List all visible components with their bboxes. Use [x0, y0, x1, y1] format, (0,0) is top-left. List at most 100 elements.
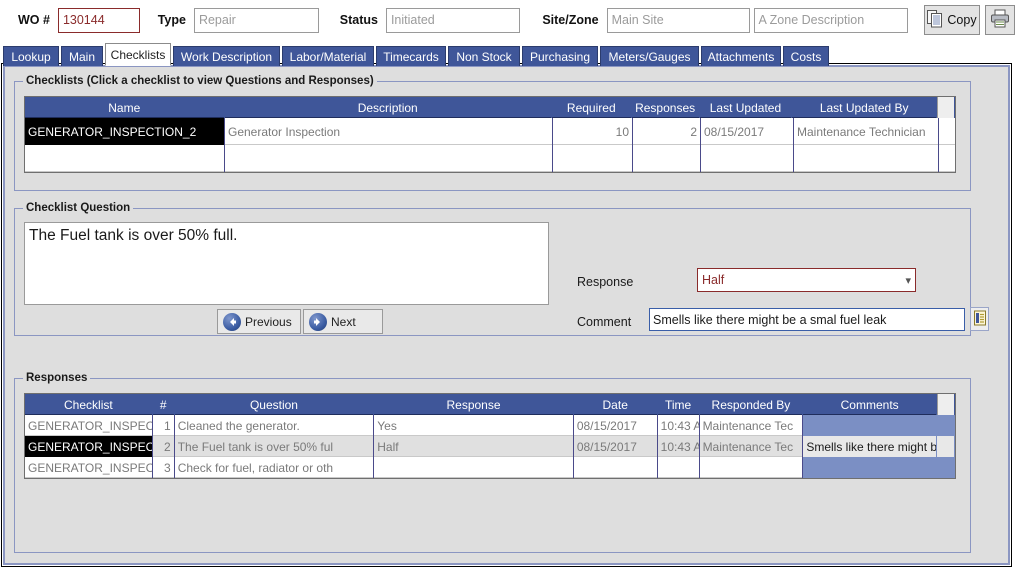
cell-responded_by[interactable]: Maintenance Tec: [700, 436, 804, 457]
cell-comments[interactable]: Smells like there might be a sm: [803, 436, 938, 457]
cell-comments[interactable]: [803, 415, 938, 436]
responses-col-time[interactable]: Time: [658, 394, 700, 415]
checklists-scroll-gutter[interactable]: [937, 97, 955, 118]
cell-num[interactable]: 2: [153, 436, 175, 457]
checklists-col-last-updated[interactable]: Last Updated: [700, 97, 793, 118]
zone-field[interactable]: A Zone Description: [753, 7, 908, 33]
type-field[interactable]: Repair: [193, 7, 319, 33]
responses-col-comments[interactable]: Comments: [803, 394, 938, 415]
cell-time[interactable]: [658, 457, 700, 478]
tab-labor-material[interactable]: Labor/Material: [282, 46, 374, 66]
table-row[interactable]: GENERATOR_INSPECTION_2 Generator Inspecti…: [25, 118, 955, 145]
checklists-col-required[interactable]: Required: [552, 97, 632, 118]
tab-attachments[interactable]: Attachments: [701, 46, 781, 66]
responses-col-checklist[interactable]: Checklist: [25, 394, 153, 415]
cell-name[interactable]: GENERATOR_INSPECTION_2: [25, 118, 225, 145]
tab-bar[interactable]: Lookup Main Checklists Work Description Labo…: [3, 43, 829, 66]
tab-purchasing[interactable]: Purchasing: [522, 46, 598, 66]
responses-grid[interactable]: Checklist # Question Response Date Time Respon…: [24, 393, 956, 479]
responses-grid-body[interactable]: GENERATOR_INSPEC 1 Cleaned the generator. Y…: [25, 415, 955, 478]
comment-input[interactable]: Smells like there might be a smal fuel l…: [649, 308, 965, 331]
notepad-icon: [973, 310, 987, 329]
cell-last_updated[interactable]: [701, 145, 794, 172]
tab-checklists[interactable]: Checklists: [105, 43, 171, 66]
cell-required[interactable]: 10: [553, 118, 633, 145]
cell-date[interactable]: 08/15/2017: [574, 415, 658, 436]
response-label: Response: [577, 275, 634, 289]
cell-date[interactable]: [574, 457, 658, 478]
checklists-group-title: Checklists (Click a checklist to view Qu…: [23, 75, 377, 87]
comment-editor-button[interactable]: [970, 307, 989, 331]
cell-responses[interactable]: [633, 145, 701, 172]
cell-last_updated_by[interactable]: [794, 145, 939, 172]
tab-lookup[interactable]: Lookup: [3, 46, 59, 66]
wo-number-field[interactable]: 130144: [57, 7, 140, 33]
checklists-grid[interactable]: Name Description Required Responses Last Upd…: [24, 96, 956, 173]
previous-button[interactable]: Previous: [217, 309, 301, 334]
cell-description[interactable]: [225, 145, 553, 172]
cell-response[interactable]: Yes: [374, 415, 574, 436]
question-textbox[interactable]: The Fuel tank is over 50% full.: [24, 222, 549, 305]
cell-time[interactable]: 10:43 A: [658, 436, 700, 457]
tab-timecards[interactable]: Timecards: [376, 46, 446, 66]
checklists-grid-header: Name Description Required Responses Last Upd…: [25, 97, 955, 118]
table-row[interactable]: GENERATOR_INSPEC 2 The Fuel tank is over 5…: [25, 436, 955, 457]
responses-col-response[interactable]: Response: [374, 394, 574, 415]
site-field[interactable]: Main Site: [606, 7, 750, 33]
chevron-down-icon: ▾: [905, 274, 911, 287]
cell-checklist[interactable]: GENERATOR_INSPEC: [25, 415, 153, 436]
status-field[interactable]: Initiated: [385, 7, 521, 33]
cell-date[interactable]: 08/15/2017: [574, 436, 658, 457]
print-button[interactable]: [985, 5, 1015, 35]
cell-checklist[interactable]: GENERATOR_INSPEC: [25, 457, 153, 478]
cell-description[interactable]: Generator Inspection: [225, 118, 553, 145]
cell-response[interactable]: [374, 457, 574, 478]
next-button[interactable]: Next: [303, 309, 383, 334]
cell-response[interactable]: Half: [374, 436, 574, 457]
table-row[interactable]: GENERATOR_INSPEC 3 Check for fuel, radiato…: [25, 457, 955, 478]
table-row[interactable]: [25, 145, 955, 172]
responses-group-title: Responses: [23, 372, 91, 384]
cell-required[interactable]: [553, 145, 633, 172]
checklists-grid-body[interactable]: GENERATOR_INSPECTION_2 Generator Inspecti…: [25, 118, 955, 172]
checklists-col-responses[interactable]: Responses: [632, 97, 700, 118]
cell-time[interactable]: 10:43 A: [658, 415, 700, 436]
cell-name[interactable]: [25, 145, 225, 172]
cell-question[interactable]: Cleaned the generator.: [175, 415, 375, 436]
copy-button[interactable]: Copy: [924, 5, 980, 35]
printer-icon: [990, 9, 1010, 31]
arrow-right-icon: [309, 312, 327, 331]
cell-num[interactable]: 1: [153, 415, 175, 436]
tab-non-stock[interactable]: Non Stock: [448, 46, 520, 66]
checklists-col-last-updated-by[interactable]: Last Updated By: [792, 97, 938, 118]
cell-checklist[interactable]: GENERATOR_INSPEC: [25, 436, 153, 457]
cell-responses[interactable]: 2: [633, 118, 701, 145]
status-label: Status: [339, 13, 378, 27]
cell-question[interactable]: The Fuel tank is over 50% ful: [175, 436, 375, 457]
checklists-col-description[interactable]: Description: [225, 97, 552, 118]
cell-responded_by[interactable]: Maintenance Tec: [700, 415, 804, 436]
responses-col-number[interactable]: #: [153, 394, 175, 415]
cell-responded_by[interactable]: [700, 457, 804, 478]
cell-comments-overflow: [937, 436, 955, 457]
copy-icon: [927, 9, 943, 31]
responses-col-responded-by[interactable]: Responded By: [700, 394, 804, 415]
table-row[interactable]: GENERATOR_INSPEC 1 Cleaned the generator. Y…: [25, 415, 955, 436]
cell-last_updated_by[interactable]: Maintenance Technician: [794, 118, 939, 145]
tab-meters-gauges[interactable]: Meters/Gauges: [600, 46, 699, 66]
cell-question[interactable]: Check for fuel, radiator or oth: [175, 457, 375, 478]
responses-grid-header: Checklist # Question Response Date Time Respon…: [25, 394, 955, 415]
checklists-col-name[interactable]: Name: [25, 97, 225, 118]
cell-comments[interactable]: [803, 457, 938, 478]
tab-work-description[interactable]: Work Description: [173, 46, 280, 66]
site-zone-label: Site/Zone: [542, 13, 599, 27]
responses-col-date[interactable]: Date: [574, 394, 658, 415]
tab-costs[interactable]: Costs: [783, 46, 829, 66]
responses-scroll-gutter[interactable]: [937, 394, 955, 415]
cell-last_updated[interactable]: 08/15/2017: [701, 118, 794, 145]
tab-main[interactable]: Main: [61, 46, 103, 66]
comment-label: Comment: [577, 315, 632, 329]
responses-col-question[interactable]: Question: [175, 394, 375, 415]
cell-num[interactable]: 3: [153, 457, 175, 478]
response-dropdown[interactable]: Half ▾: [697, 268, 916, 292]
